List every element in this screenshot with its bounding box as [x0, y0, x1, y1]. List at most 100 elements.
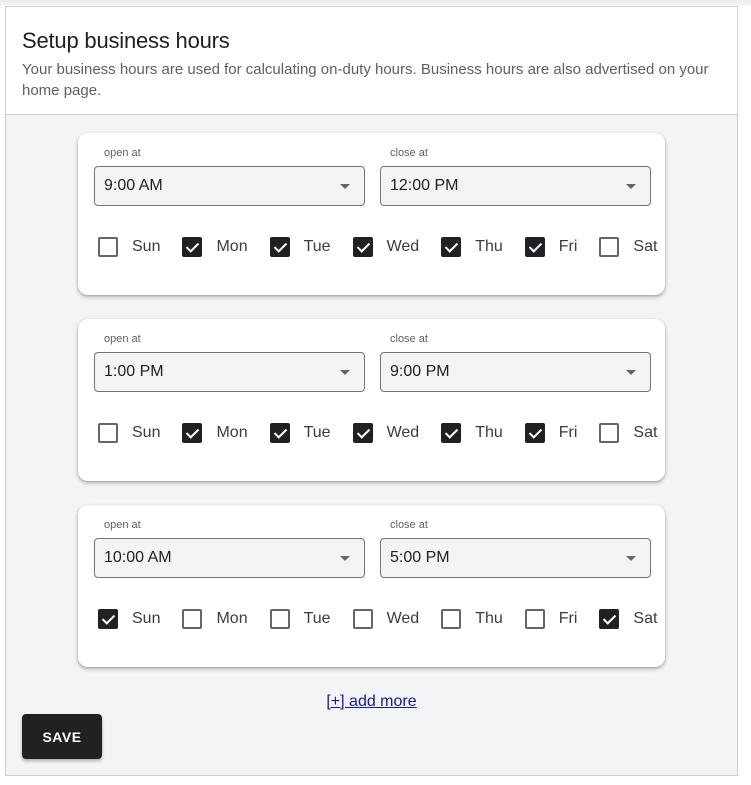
day-checkbox-tue[interactable]: Tue: [269, 237, 331, 257]
schedule-list: open at 9:00 AM close at 12:00 PM Sun Mon…: [78, 133, 665, 691]
day-checkbox-fri[interactable]: Fri: [524, 237, 578, 257]
day-checkbox-thu[interactable]: Thu: [441, 237, 503, 257]
checkbox-checked-icon[interactable]: [352, 237, 373, 257]
day-checkbox-tue[interactable]: Tue: [269, 423, 331, 443]
day-checkbox-group: Sun Mon Tue Wed Thu Fri Sat: [98, 609, 657, 629]
day-label: Wed: [386, 610, 420, 627]
day-checkbox-tue[interactable]: Tue: [269, 609, 331, 629]
open-at-field: open at 10:00 AM: [94, 519, 365, 578]
day-label: Thu: [475, 238, 503, 255]
checkbox-checked-icon[interactable]: [524, 237, 545, 257]
checkbox-unchecked-icon[interactable]: [524, 609, 545, 629]
checkbox-checked-icon[interactable]: [441, 237, 462, 257]
open-at-select[interactable]: 1:00 PM: [94, 352, 365, 392]
day-checkbox-group: Sun Mon Tue Wed Thu Fri Sat: [98, 237, 657, 257]
close-at-select[interactable]: 5:00 PM: [380, 538, 651, 578]
open-at-select[interactable]: 9:00 AM: [94, 166, 365, 206]
checkbox-unchecked-icon[interactable]: [182, 609, 203, 629]
day-label: Mon: [216, 610, 248, 627]
close-at-value: 5:00 PM: [390, 549, 450, 566]
checkbox-checked-icon[interactable]: [98, 609, 118, 629]
checkbox-checked-icon[interactable]: [182, 237, 203, 257]
day-checkbox-wed[interactable]: Wed: [352, 423, 420, 443]
day-checkbox-thu[interactable]: Thu: [441, 609, 503, 629]
panel-header: Setup business hours Your business hours…: [6, 7, 737, 115]
day-checkbox-sun[interactable]: Sun: [98, 237, 160, 257]
checkbox-unchecked-icon[interactable]: [98, 237, 118, 257]
checkbox-checked-icon[interactable]: [269, 423, 290, 443]
business-hours-panel: Setup business hours Your business hours…: [5, 6, 738, 776]
close-at-select[interactable]: 12:00 PM: [380, 166, 651, 206]
day-label: Thu: [475, 424, 503, 441]
day-checkbox-wed[interactable]: Wed: [352, 237, 420, 257]
day-checkbox-fri[interactable]: Fri: [524, 609, 578, 629]
add-more-link[interactable]: [+] add more: [6, 693, 737, 711]
day-checkbox-sun[interactable]: Sun: [98, 423, 160, 443]
checkbox-checked-icon[interactable]: [524, 423, 545, 443]
page-title: Setup business hours: [22, 28, 230, 53]
day-checkbox-sat[interactable]: Sat: [599, 423, 657, 443]
close-at-label: close at: [390, 333, 428, 345]
day-checkbox-fri[interactable]: Fri: [524, 423, 578, 443]
schedule-card-3: open at 10:00 AM close at 5:00 PM Sun Mon…: [78, 505, 665, 667]
day-checkbox-mon[interactable]: Mon: [182, 609, 248, 629]
day-label: Sat: [633, 424, 658, 441]
close-at-field: close at 12:00 PM: [380, 147, 651, 206]
schedule-card-1: open at 9:00 AM close at 12:00 PM Sun Mon…: [78, 133, 665, 295]
day-checkbox-sat[interactable]: Sat: [599, 609, 657, 629]
checkbox-checked-icon[interactable]: [269, 237, 290, 257]
open-at-value: 1:00 PM: [104, 363, 164, 380]
day-label: Fri: [558, 238, 578, 255]
open-at-value: 10:00 AM: [104, 549, 172, 566]
open-at-label: open at: [104, 333, 141, 345]
close-at-select[interactable]: 9:00 PM: [380, 352, 651, 392]
dropdown-caret-icon: [626, 556, 636, 561]
schedule-card-2: open at 1:00 PM close at 9:00 PM Sun Mon T…: [78, 319, 665, 481]
open-at-value: 9:00 AM: [104, 177, 163, 194]
day-label: Sun: [132, 610, 161, 627]
day-label: Sat: [633, 238, 658, 255]
checkbox-checked-icon[interactable]: [352, 423, 373, 443]
checkbox-unchecked-icon[interactable]: [441, 609, 462, 629]
day-label: Tue: [303, 238, 331, 255]
close-at-field: close at 5:00 PM: [380, 519, 651, 578]
checkbox-unchecked-icon[interactable]: [98, 423, 118, 443]
checkbox-checked-icon[interactable]: [182, 423, 203, 443]
checkbox-unchecked-icon[interactable]: [599, 237, 620, 257]
close-at-value: 9:00 PM: [390, 363, 450, 380]
day-label: Sun: [132, 238, 161, 255]
day-checkbox-wed[interactable]: Wed: [352, 609, 420, 629]
day-label: Mon: [216, 238, 248, 255]
checkbox-unchecked-icon[interactable]: [352, 609, 373, 629]
close-at-label: close at: [390, 519, 428, 531]
day-label: Sat: [633, 610, 658, 627]
day-label: Mon: [216, 424, 248, 441]
close-at-label: close at: [390, 147, 428, 159]
dropdown-caret-icon: [340, 370, 350, 375]
day-label: Tue: [303, 610, 331, 627]
day-label: Fri: [558, 610, 578, 627]
day-label: Fri: [558, 424, 578, 441]
dropdown-caret-icon: [340, 184, 350, 189]
day-checkbox-sat[interactable]: Sat: [599, 237, 657, 257]
day-checkbox-mon[interactable]: Mon: [182, 237, 248, 257]
open-at-label: open at: [104, 519, 141, 531]
close-at-field: close at 9:00 PM: [380, 333, 651, 392]
open-at-field: open at 1:00 PM: [94, 333, 365, 392]
checkbox-unchecked-icon[interactable]: [269, 609, 290, 629]
day-label: Sun: [132, 424, 161, 441]
open-at-select[interactable]: 10:00 AM: [94, 538, 365, 578]
day-checkbox-sun[interactable]: Sun: [98, 609, 160, 629]
day-label: Wed: [386, 424, 420, 441]
day-label: Wed: [386, 238, 420, 255]
checkbox-checked-icon[interactable]: [441, 423, 462, 443]
save-button[interactable]: SAVE: [22, 714, 102, 759]
day-label: Thu: [475, 610, 503, 627]
checkbox-checked-icon[interactable]: [599, 609, 620, 629]
checkbox-unchecked-icon[interactable]: [599, 423, 620, 443]
dropdown-caret-icon: [340, 556, 350, 561]
day-label: Tue: [303, 424, 331, 441]
day-checkbox-thu[interactable]: Thu: [441, 423, 503, 443]
dropdown-caret-icon: [626, 370, 636, 375]
day-checkbox-mon[interactable]: Mon: [182, 423, 248, 443]
